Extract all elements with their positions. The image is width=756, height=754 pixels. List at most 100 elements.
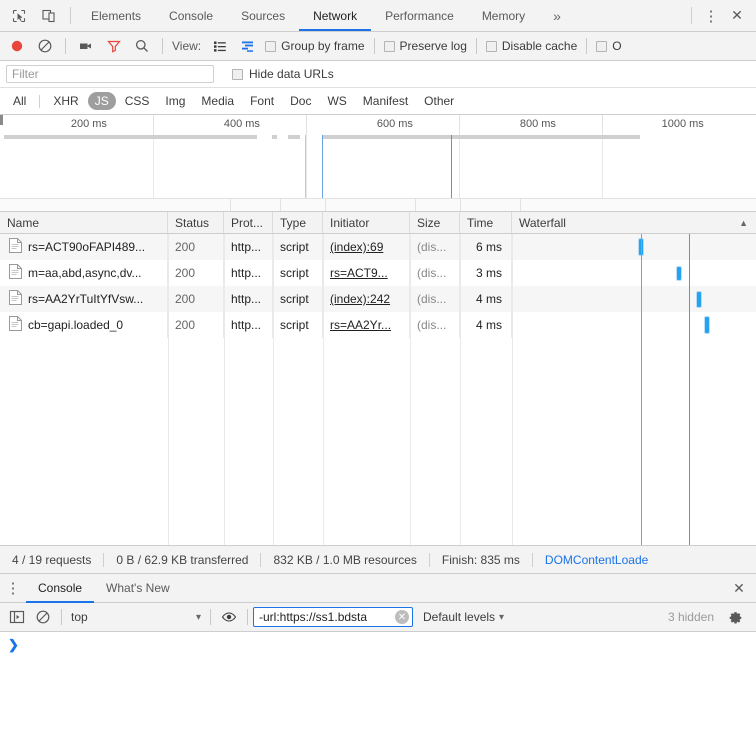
more-options-button[interactable]: ⋮ bbox=[698, 5, 724, 27]
overview-gridline bbox=[602, 135, 603, 199]
load-event-line bbox=[451, 135, 452, 199]
tab-sources[interactable]: Sources bbox=[227, 0, 299, 31]
initiator-link[interactable]: rs=ACT9... bbox=[330, 266, 388, 280]
toolbar-divider-1 bbox=[65, 38, 66, 54]
console-toolbar-divider-2 bbox=[210, 609, 211, 625]
clear-button[interactable] bbox=[32, 34, 58, 58]
column-header-protocol[interactable]: Prot... bbox=[224, 212, 273, 233]
column-header-waterfall[interactable]: Waterfall ▲ bbox=[512, 212, 756, 233]
chip-media[interactable]: Media bbox=[194, 92, 241, 110]
drawer-tab-console[interactable]: Console bbox=[26, 574, 95, 603]
chip-manifest[interactable]: Manifest bbox=[356, 92, 415, 110]
preserve-log-checkbox[interactable]: Preserve log bbox=[383, 39, 467, 53]
tick-label: 1000 ms bbox=[661, 118, 704, 130]
cell-status: 200 bbox=[168, 286, 224, 312]
live-expression-icon[interactable] bbox=[216, 605, 242, 629]
search-icon[interactable] bbox=[129, 34, 155, 58]
cell-initiator[interactable]: rs=AA2Yr... bbox=[323, 312, 410, 338]
filter-icon[interactable] bbox=[101, 34, 127, 58]
hide-data-urls-checkbox[interactable]: Hide data URLs bbox=[232, 67, 334, 81]
network-overview[interactable]: 200 ms 400 ms 600 ms 800 ms 1000 ms bbox=[0, 115, 756, 212]
close-icon: ✕ bbox=[733, 579, 745, 596]
resource-type-filters: All XHR JS CSS Img Media Font Doc WS Man… bbox=[0, 88, 756, 115]
execution-context-selector[interactable]: top ▾ bbox=[67, 607, 205, 627]
tabbar-right-icons: ⋮ ✕ bbox=[685, 0, 756, 31]
table-row[interactable]: rs=AA2YrTuItYfVsw... 200 http... script … bbox=[0, 286, 756, 312]
overview-graph[interactable] bbox=[0, 135, 756, 199]
capture-screenshots-icon[interactable] bbox=[73, 34, 99, 58]
close-drawer-button[interactable]: ✕ bbox=[722, 574, 756, 602]
script-file-icon bbox=[9, 290, 22, 308]
overview-window-edge[interactable] bbox=[305, 135, 306, 199]
chip-all[interactable]: All bbox=[6, 92, 33, 110]
group-by-frame-checkbox[interactable]: Group by frame bbox=[265, 39, 365, 53]
inspect-element-icon[interactable] bbox=[8, 5, 30, 27]
table-row[interactable]: m=aa,abd,async,dv... 200 http... script … bbox=[0, 260, 756, 286]
column-header-initiator[interactable]: Initiator bbox=[323, 212, 410, 233]
status-divider bbox=[103, 552, 105, 567]
tabbar-divider bbox=[70, 7, 71, 24]
table-row[interactable]: rs=ACT90oFAPI489... 200 http... script (… bbox=[0, 234, 756, 260]
cell-initiator[interactable]: (index):242 bbox=[323, 286, 410, 312]
disable-cache-checkbox[interactable]: Disable cache bbox=[485, 39, 578, 53]
cell-protocol: http... bbox=[224, 234, 273, 260]
tab-overflow-button[interactable]: » bbox=[539, 0, 575, 31]
log-levels-selector[interactable]: Default levels ▾ bbox=[423, 610, 504, 624]
column-label: Initiator bbox=[330, 215, 370, 230]
record-button[interactable] bbox=[4, 34, 30, 58]
overview-gridline bbox=[306, 135, 307, 199]
initiator-link[interactable]: (index):242 bbox=[330, 292, 390, 306]
chip-img[interactable]: Img bbox=[158, 92, 192, 110]
device-toolbar-icon[interactable] bbox=[38, 5, 60, 27]
clear-filter-icon[interactable]: ✕ bbox=[395, 610, 409, 624]
cell-initiator[interactable]: (index):69 bbox=[323, 234, 410, 260]
drawer-tab-label: Console bbox=[38, 581, 83, 595]
chip-ws[interactable]: WS bbox=[320, 92, 353, 110]
ruler-start-handle[interactable] bbox=[0, 115, 3, 125]
drawer-tab-whats-new[interactable]: What's New bbox=[94, 574, 182, 602]
initiator-link[interactable]: rs=AA2Yr... bbox=[330, 318, 391, 332]
column-header-time[interactable]: Time bbox=[460, 212, 512, 233]
tab-performance[interactable]: Performance bbox=[371, 0, 468, 31]
table-row[interactable]: cb=gapi.loaded_0 200 http... script rs=A… bbox=[0, 312, 756, 338]
tab-memory[interactable]: Memory bbox=[468, 0, 539, 31]
chip-font[interactable]: Font bbox=[243, 92, 281, 110]
tab-console[interactable]: Console bbox=[155, 0, 227, 31]
status-divider bbox=[260, 552, 262, 567]
console-message-area[interactable]: ❯ bbox=[0, 632, 756, 754]
cell-type: script bbox=[273, 260, 323, 286]
console-prompt[interactable]: ❯ bbox=[0, 632, 756, 658]
column-header-status[interactable]: Status bbox=[168, 212, 224, 233]
console-sidebar-icon[interactable] bbox=[4, 605, 30, 629]
request-name: cb=gapi.loaded_0 bbox=[28, 318, 124, 332]
column-header-size[interactable]: Size bbox=[410, 212, 460, 233]
chip-xhr[interactable]: XHR bbox=[46, 92, 85, 110]
column-header-name[interactable]: Name bbox=[0, 212, 168, 233]
filter-input[interactable]: Filter bbox=[6, 65, 214, 83]
close-devtools-button[interactable]: ✕ bbox=[724, 5, 750, 27]
console-settings-icon[interactable] bbox=[722, 610, 752, 625]
tab-elements[interactable]: Elements bbox=[77, 0, 155, 31]
chip-js[interactable]: JS bbox=[87, 92, 116, 110]
tab-network[interactable]: Network bbox=[299, 0, 372, 31]
devtools-window: Elements Console Sources Network Perform… bbox=[0, 0, 756, 754]
cell-initiator[interactable]: rs=ACT9... bbox=[323, 260, 410, 286]
chip-doc[interactable]: Doc bbox=[283, 92, 318, 110]
drawer-menu-button[interactable]: ⋮ bbox=[0, 574, 26, 602]
chip-css[interactable]: CSS bbox=[118, 92, 157, 110]
initiator-link[interactable]: (index):69 bbox=[330, 240, 383, 254]
checkbox-box bbox=[383, 40, 395, 52]
levels-label: Default levels bbox=[423, 610, 496, 624]
list-view-icon[interactable] bbox=[207, 34, 233, 58]
table-header-row: Name Status Prot... Type Initiator Size … bbox=[0, 212, 756, 234]
clear-console-icon[interactable] bbox=[30, 605, 56, 629]
offline-checkbox[interactable]: O bbox=[596, 39, 622, 53]
checkbox-label: Disable cache bbox=[501, 39, 578, 53]
console-filter-input[interactable]: -url:https://ss1.bdsta ✕ bbox=[253, 607, 413, 627]
chip-other[interactable]: Other bbox=[417, 92, 461, 110]
status-divider bbox=[428, 552, 430, 567]
cell-size: (dis... bbox=[410, 260, 460, 286]
waterfall-view-icon[interactable] bbox=[235, 34, 261, 58]
column-header-type[interactable]: Type bbox=[273, 212, 323, 233]
sort-ascending-icon: ▲ bbox=[739, 217, 748, 228]
